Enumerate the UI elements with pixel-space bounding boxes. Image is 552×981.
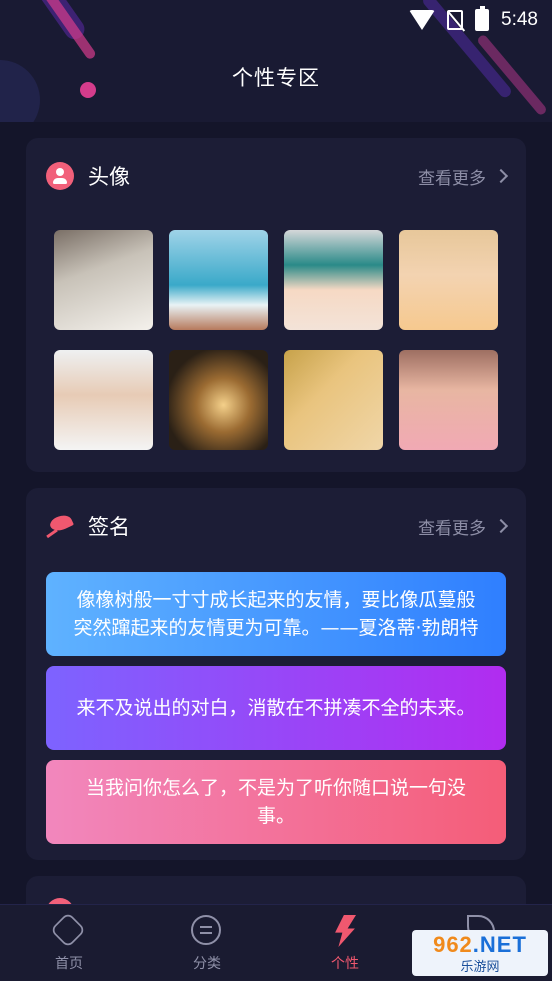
signature-quote[interactable]: 来不及说出的对白，消散在不拼凑不全的未来。 bbox=[46, 666, 506, 750]
tab-category[interactable]: 分类 bbox=[138, 905, 276, 981]
avatar-section-header: 头像 查看更多 bbox=[46, 160, 509, 192]
user-avatar-icon bbox=[46, 162, 74, 190]
status-time: 5:48 bbox=[501, 9, 538, 30]
category-icon bbox=[191, 915, 223, 947]
tab-home[interactable]: 首页 bbox=[0, 905, 138, 981]
avatar-thumbnail[interactable] bbox=[284, 350, 383, 450]
page-title: 个性专区 bbox=[232, 66, 320, 90]
signature-quote[interactable]: 当我问你怎么了，不是为了听你随口说一句没事。 bbox=[46, 760, 506, 844]
feather-icon bbox=[46, 512, 74, 540]
signature-see-more-button[interactable]: 查看更多 bbox=[418, 514, 509, 539]
avatar-see-more-button[interactable]: 查看更多 bbox=[418, 164, 509, 189]
tab-label: 首页 bbox=[55, 956, 83, 972]
signature-section-title: 签名 bbox=[88, 515, 130, 539]
no-sim-icon bbox=[447, 10, 464, 30]
home-icon bbox=[49, 911, 87, 949]
avatar-thumbnail[interactable] bbox=[169, 230, 268, 330]
quote-text: 当我问你怎么了，不是为了听你随口说一句没事。 bbox=[85, 777, 466, 827]
quote-text: 像橡树般一寸寸成长起来的友情，要比像瓜蔓般突然蹿起来的友情更为可靠。——夏洛蒂·… bbox=[73, 589, 479, 639]
avatar-thumbnail[interactable] bbox=[399, 230, 498, 330]
watermark-brand: 962.NET bbox=[433, 931, 527, 957]
watermark-subtitle: 乐游网 bbox=[460, 959, 500, 975]
see-more-label: 查看更多 bbox=[418, 518, 486, 539]
wifi-icon bbox=[409, 10, 436, 30]
tab-personality[interactable]: 个性 bbox=[276, 905, 414, 981]
avatar-thumbnail[interactable] bbox=[399, 350, 498, 450]
tab-label: 分类 bbox=[193, 956, 221, 972]
see-more-label: 查看更多 bbox=[418, 168, 486, 189]
chevron-right-icon bbox=[493, 168, 509, 184]
site-watermark-logo: 962.NET 乐游网 bbox=[412, 930, 548, 976]
avatar-thumbnail[interactable] bbox=[169, 350, 268, 450]
signature-section-header: 签名 查看更多 bbox=[46, 510, 509, 542]
avatar-section-title: 头像 bbox=[88, 165, 130, 189]
battery-charging-icon bbox=[475, 6, 490, 31]
signature-section: 签名 查看更多 像橡树般一寸寸成长起来的友情，要比像瓜蔓般突然蹿起来的友情更为可… bbox=[26, 488, 526, 860]
header: 5:48 个性专区 bbox=[0, 0, 552, 122]
quote-text: 来不及说出的对白，消散在不拼凑不全的未来。 bbox=[76, 697, 476, 719]
avatar-thumbnail[interactable] bbox=[54, 350, 153, 450]
avatar-thumbnail[interactable] bbox=[54, 230, 153, 330]
avatar-section: 头像 查看更多 bbox=[26, 138, 526, 472]
lightning-icon bbox=[329, 915, 361, 947]
chevron-right-icon bbox=[493, 518, 509, 534]
avatar-grid bbox=[54, 230, 500, 450]
status-bar: 5:48 bbox=[409, 6, 538, 34]
avatar-thumbnail[interactable] bbox=[284, 230, 383, 330]
tab-label: 个性 bbox=[331, 956, 359, 972]
signature-quote[interactable]: 像橡树般一寸寸成长起来的友情，要比像瓜蔓般突然蹿起来的友情更为可靠。——夏洛蒂·… bbox=[46, 572, 506, 656]
